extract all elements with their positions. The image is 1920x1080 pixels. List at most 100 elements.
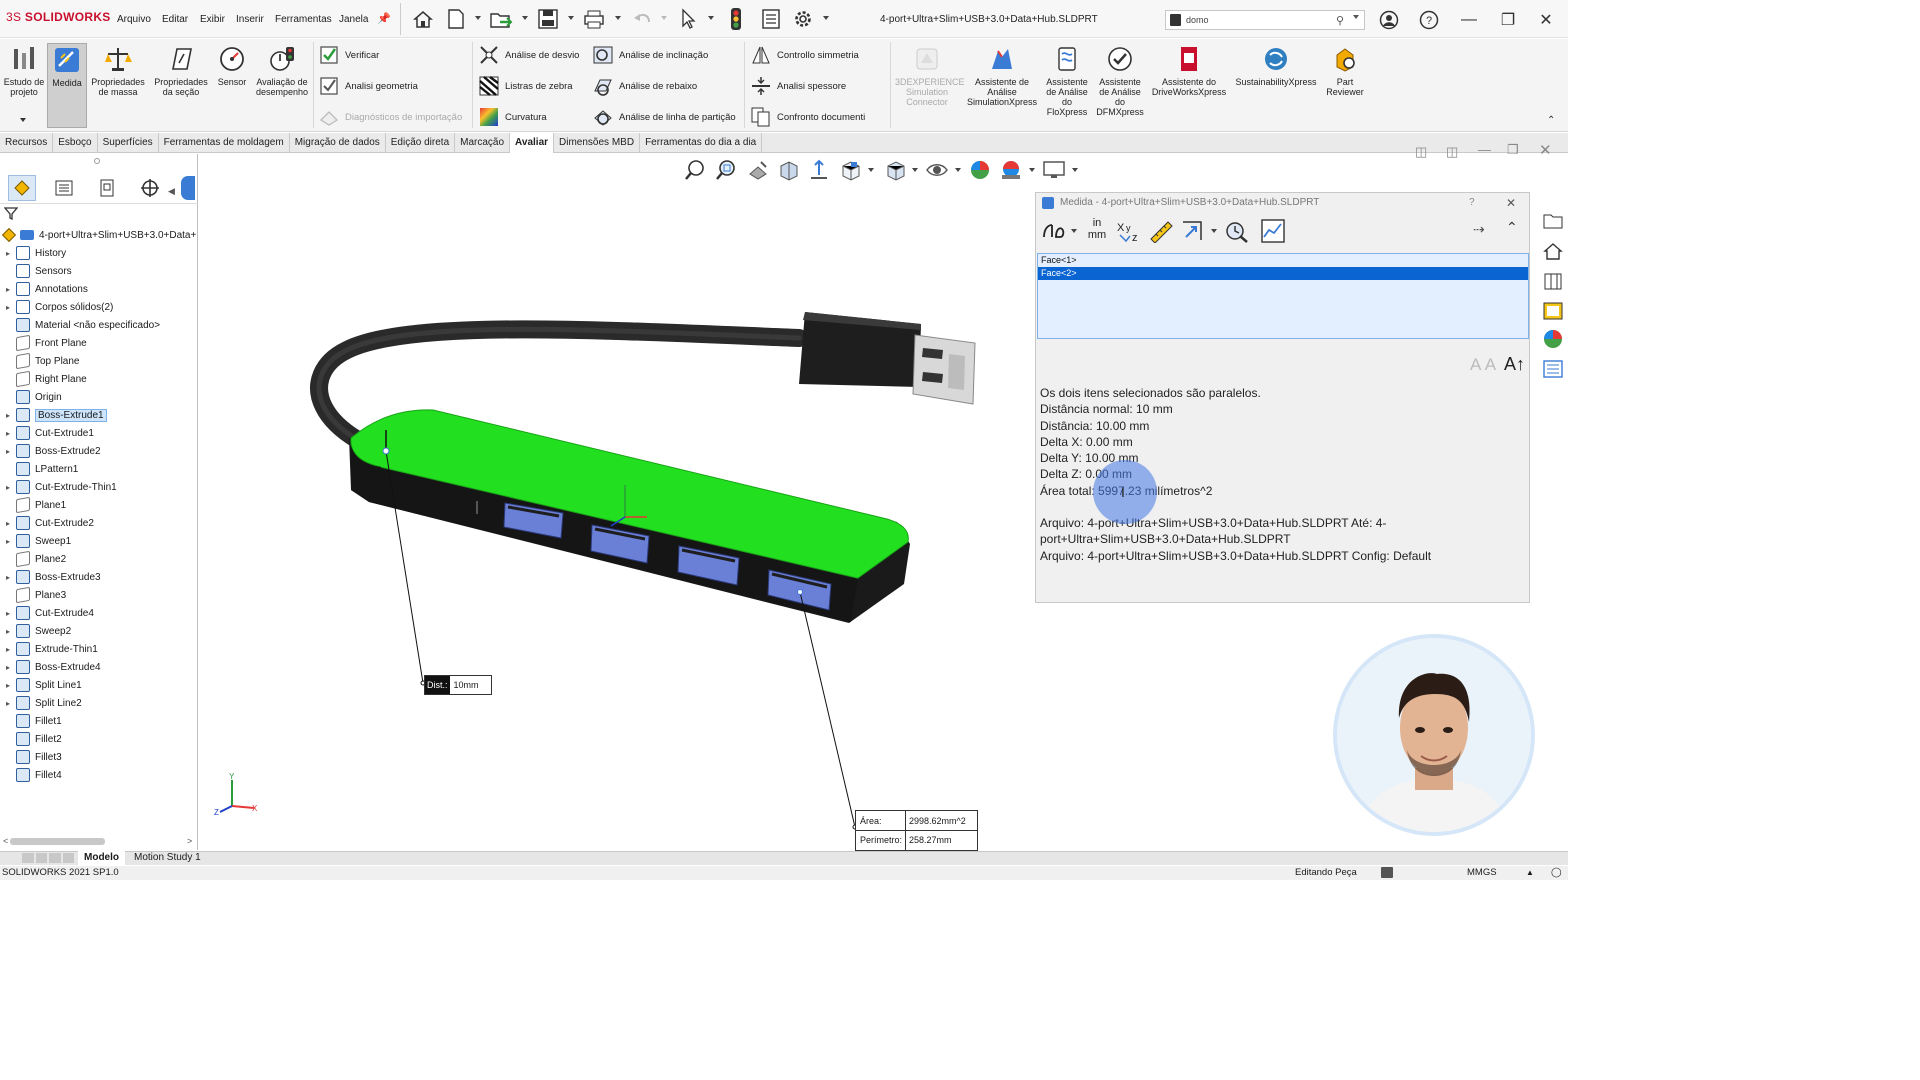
scroll-left-icon[interactable]: < bbox=[3, 836, 8, 846]
tree-item-lpattern1[interactable]: LPattern1 bbox=[0, 460, 196, 478]
menu-exibir[interactable]: Exibir bbox=[200, 14, 225, 25]
expand-arrow-icon[interactable]: ▸ bbox=[0, 411, 16, 420]
task-pane-custom-properties-icon[interactable] bbox=[1540, 356, 1566, 382]
expand-arrow-icon[interactable]: ▸ bbox=[0, 573, 16, 582]
tree-item-split-line2[interactable]: ▸ Split Line2 bbox=[0, 694, 196, 712]
menu-editar[interactable]: Editar bbox=[162, 14, 188, 25]
3dexperience-simulation-button[interactable]: 3DEXPERIENCE Simulation Connector bbox=[895, 43, 965, 128]
rebuild-traffic-light-icon[interactable] bbox=[724, 7, 748, 31]
expand-arrow-icon[interactable]: ▸ bbox=[0, 537, 16, 546]
tree-item-sweep1[interactable]: ▸ Sweep1 bbox=[0, 532, 196, 550]
deviation-analysis-button[interactable]: Análise de desvio bbox=[478, 43, 588, 67]
tree-scrollbar-thumb[interactable] bbox=[10, 838, 105, 845]
close-icon[interactable]: ✕ bbox=[1506, 193, 1516, 213]
sensor-button[interactable]: Sensor bbox=[214, 43, 250, 128]
tree-item-history[interactable]: ▸ History bbox=[0, 244, 196, 262]
user-account-icon[interactable] bbox=[1378, 9, 1400, 31]
simulationxpress-button[interactable]: Assistente de Análise SimulationXpress bbox=[963, 43, 1041, 128]
feedback-icon[interactable]: ◯ bbox=[1551, 866, 1562, 880]
design-study-button[interactable]: Estudo de projeto bbox=[2, 43, 46, 128]
check-button[interactable]: Verificar bbox=[318, 43, 468, 67]
tree-item-boss-extrude3[interactable]: ▸ Boss-Extrude3 bbox=[0, 568, 196, 586]
mass-properties-button[interactable]: Propriedades de massa bbox=[88, 43, 148, 128]
tree-item-split-line1[interactable]: ▸ Split Line1 bbox=[0, 676, 196, 694]
menu-ferramentas[interactable]: Ferramentas bbox=[275, 14, 332, 25]
property-manager-tab-icon[interactable] bbox=[50, 175, 78, 201]
chevron-down-icon[interactable] bbox=[1353, 15, 1359, 19]
tree-item-fillet2[interactable]: Fillet2 bbox=[0, 730, 196, 748]
create-sensor-icon[interactable] bbox=[1260, 218, 1286, 244]
tree-root-part[interactable]: 4-port+Ultra+Slim+USB+3.0+Data+ bbox=[0, 226, 196, 244]
select-arrow-icon[interactable] bbox=[676, 7, 700, 31]
tree-item-cut-extrude4[interactable]: ▸ Cut-Extrude4 bbox=[0, 604, 196, 622]
measure-button[interactable]: Medida bbox=[47, 43, 87, 128]
point-to-point-icon[interactable] bbox=[1148, 219, 1174, 243]
tab-esboco[interactable]: Esboço bbox=[53, 133, 98, 153]
tree-item-extrude-thin1[interactable]: ▸ Extrude-Thin1 bbox=[0, 640, 196, 658]
tree-item-cut-extrude2[interactable]: ▸ Cut-Extrude2 bbox=[0, 514, 196, 532]
list-item[interactable]: Face<1> bbox=[1038, 254, 1528, 267]
tab-marcacao[interactable]: Marcação bbox=[455, 133, 511, 153]
dimxpert-manager-tab-icon[interactable] bbox=[136, 175, 164, 201]
task-pane-resources-icon[interactable] bbox=[1540, 208, 1566, 234]
distance-callout[interactable]: Dist.: 10mm bbox=[424, 675, 492, 695]
measure-dialog-title[interactable]: Medida - 4-port+Ultra+Slim+USB+3.0+Data+… bbox=[1036, 193, 1529, 213]
tree-item-top-plane[interactable]: Top Plane bbox=[0, 352, 196, 370]
tab-scroll-left-icon[interactable]: ◀ bbox=[168, 186, 175, 197]
status-units[interactable]: MMGS bbox=[1467, 866, 1497, 880]
print-icon[interactable] bbox=[582, 7, 606, 31]
tree-item-boss-extrude2[interactable]: ▸ Boss-Extrude2 bbox=[0, 442, 196, 460]
tree-item-boss-extrude4[interactable]: ▸ Boss-Extrude4 bbox=[0, 658, 196, 676]
help-icon[interactable]: ? bbox=[1418, 9, 1440, 31]
task-pane-design-library-icon[interactable] bbox=[1540, 268, 1566, 294]
geometry-analysis-button[interactable]: Analisi geometria bbox=[318, 74, 468, 98]
tree-item-sensors[interactable]: Sensors bbox=[0, 262, 196, 280]
tab-avaliar[interactable]: Avaliar bbox=[510, 133, 555, 153]
expand-arrow-icon[interactable]: ▸ bbox=[0, 699, 16, 708]
increase-font-icon[interactable]: A↑ bbox=[1504, 354, 1525, 375]
area-callout[interactable]: Área: 2998.62mm^2 Perímetro: 258.27mm bbox=[855, 810, 978, 851]
tab-edicao-direta[interactable]: Edição direta bbox=[386, 133, 456, 153]
parting-line-analysis-button[interactable]: Análise de linha de partição bbox=[592, 105, 742, 129]
tree-item-front-plane[interactable]: Front Plane bbox=[0, 334, 196, 352]
tree-item-corpos-s-lidos-2[interactable]: ▸ Corpos sólidos(2) bbox=[0, 298, 196, 316]
search-icon[interactable]: ⚲ bbox=[1336, 14, 1344, 27]
chevron-down-icon[interactable] bbox=[615, 16, 621, 20]
undercut-analysis-button[interactable]: Análise de rebaixo bbox=[592, 74, 742, 98]
tree-item-plane2[interactable]: Plane2 bbox=[0, 550, 196, 568]
floxpress-button[interactable]: Assistente de Análise do FloXpress bbox=[1043, 43, 1091, 128]
task-pane-home-icon[interactable] bbox=[1540, 238, 1566, 264]
save-icon[interactable] bbox=[536, 7, 560, 31]
file-properties-icon[interactable] bbox=[759, 7, 783, 31]
search-input[interactable]: domo bbox=[1186, 15, 1209, 25]
chevron-down-icon[interactable] bbox=[823, 16, 829, 20]
expand-arrow-icon[interactable]: ▸ bbox=[0, 249, 16, 258]
minimize-icon[interactable]: — bbox=[1458, 9, 1480, 31]
new-document-icon[interactable] bbox=[444, 7, 468, 31]
dfmxpress-button[interactable]: Assistente de Análise do DFMXpress bbox=[1094, 43, 1146, 128]
show-xyz-measurements-icon[interactable]: Xyz bbox=[1116, 219, 1142, 243]
task-pane-appearances-icon[interactable] bbox=[1540, 326, 1566, 352]
chevron-down-icon[interactable] bbox=[661, 16, 667, 20]
expand-arrow-icon[interactable]: ▸ bbox=[0, 447, 16, 456]
tab-motion-study-1[interactable]: Motion Study 1 bbox=[128, 851, 207, 865]
expand-arrow-icon[interactable]: ▸ bbox=[0, 285, 16, 294]
units-up-icon[interactable]: ▲ bbox=[1526, 866, 1534, 880]
performance-evaluation-button[interactable]: Avaliação de desempenho bbox=[252, 43, 312, 128]
tree-item-sweep2[interactable]: ▸ Sweep2 bbox=[0, 622, 196, 640]
measurement-history-icon[interactable] bbox=[1224, 218, 1250, 244]
zebra-stripes-button[interactable]: Listras de zebra bbox=[478, 74, 588, 98]
chevron-down-icon[interactable] bbox=[568, 16, 574, 20]
panel-grip-icon[interactable] bbox=[94, 158, 100, 164]
scroll-right-icon[interactable]: > bbox=[187, 836, 192, 846]
tree-item-annotations[interactable]: ▸ Annotations bbox=[0, 280, 196, 298]
menu-janela[interactable]: Janela bbox=[339, 14, 368, 25]
tree-item-plane3[interactable]: Plane3 bbox=[0, 586, 196, 604]
tab-navigation-arrows[interactable] bbox=[22, 853, 74, 863]
driveworksxpress-button[interactable]: Assistente do DriveWorksXpress bbox=[1148, 43, 1230, 128]
thickness-analysis-button[interactable]: Analisi spessore bbox=[750, 74, 885, 98]
tab-ferramentas-do-dia-a-dia[interactable]: Ferramentas do dia a dia bbox=[640, 133, 763, 153]
tree-item-right-plane[interactable]: Right Plane bbox=[0, 370, 196, 388]
tab-modelo[interactable]: Modelo bbox=[78, 851, 125, 865]
maximize-icon[interactable]: ❐ bbox=[1497, 9, 1519, 31]
